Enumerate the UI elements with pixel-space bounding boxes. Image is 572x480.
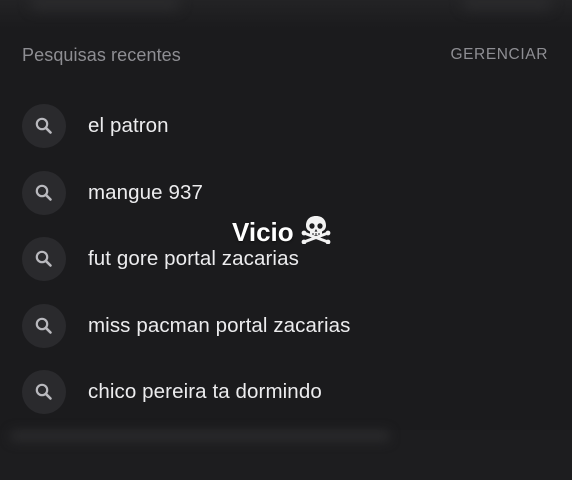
- top-blurred-area: [0, 0, 572, 28]
- list-item[interactable]: chico pereira ta dormindo: [22, 370, 542, 437]
- section-title: Pesquisas recentes: [22, 44, 181, 65]
- list-item[interactable]: miss pacman portal zacarias: [22, 303, 542, 371]
- skull-crossbones-icon: [300, 214, 332, 251]
- search-icon: [22, 170, 66, 215]
- blurred-element: [462, 0, 552, 10]
- manage-button[interactable]: GERENCIAR: [450, 46, 548, 64]
- search-icon: [22, 104, 66, 148]
- caption-text: Vicio: [232, 217, 294, 247]
- recent-searches-header: Pesquisas recentes GERENCIAR: [22, 44, 548, 66]
- recent-searches-list: el patron mangue 937 fut gore portal zac…: [22, 104, 542, 437]
- search-icon: [22, 370, 66, 414]
- search-term: el patron: [88, 114, 169, 137]
- search-icon: [22, 303, 66, 348]
- blurred-element: [30, 0, 180, 10]
- recent-searches-screen: Pesquisas recentes GERENCIAR el patron m…: [0, 0, 572, 480]
- list-item[interactable]: el patron: [22, 104, 542, 171]
- video-caption-overlay: Vicio: [232, 214, 332, 251]
- search-term: miss pacman portal zacarias: [88, 313, 351, 337]
- search-term: mangue 937: [88, 180, 203, 204]
- search-term: chico pereira ta dormindo: [88, 380, 322, 403]
- search-icon: [22, 237, 66, 281]
- blurred-element: [10, 430, 390, 442]
- bottom-blurred-area: [0, 430, 572, 480]
